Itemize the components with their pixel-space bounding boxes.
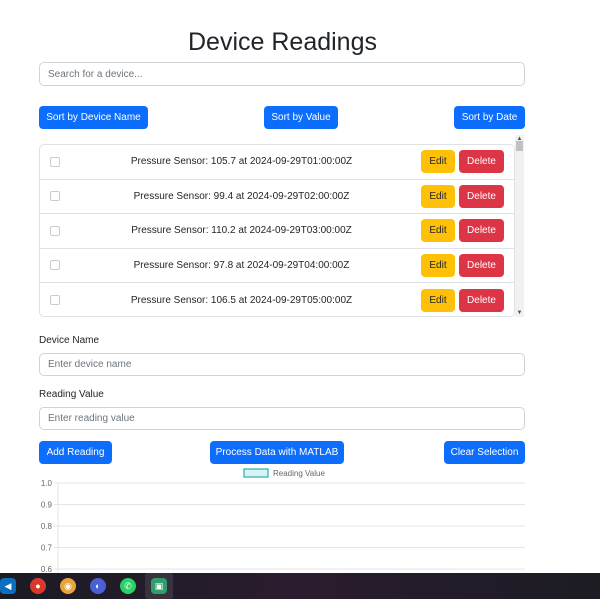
sort-by-name-button[interactable]: Sort by Device Name	[39, 106, 148, 129]
edit-button[interactable]: Edit	[421, 184, 455, 208]
reading-text: Pressure Sensor: 97.8 at 2024-09-29T04:0…	[133, 259, 350, 271]
app-icon-3[interactable]: ▣	[151, 578, 167, 594]
process-matlab-button[interactable]: Process Data with MATLAB	[210, 441, 344, 464]
reading-text: Pressure Sensor: 106.5 at 2024-09-29T05:…	[130, 294, 353, 306]
device-name-label: Device Name	[39, 335, 100, 346]
list-item: Pressure Sensor: 106.5 at 2024-09-29T05:…	[40, 283, 514, 316]
list-item: Pressure Sensor: 105.7 at 2024-09-29T01:…	[40, 145, 514, 180]
legend-label: Reading Value	[273, 469, 325, 478]
sort-by-value-button[interactable]: Sort by Value	[264, 106, 338, 129]
y-tick-label: 0.7	[41, 544, 53, 553]
delete-button[interactable]: Delete	[459, 253, 504, 277]
delete-button[interactable]: Delete	[459, 288, 504, 312]
whatsapp-icon[interactable]: ✆	[120, 578, 136, 594]
delete-button[interactable]: Delete	[459, 184, 504, 208]
list-scrollbar[interactable]: ▲ ▼	[515, 135, 524, 317]
app-icon-2[interactable]: ◐	[90, 578, 106, 594]
vscode-icon[interactable]: ◀	[0, 578, 16, 594]
edit-button[interactable]: Edit	[421, 288, 455, 312]
sort-by-date-button[interactable]: Sort by Date	[454, 106, 525, 129]
readings-list: Pressure Sensor: 105.7 at 2024-09-29T01:…	[39, 144, 515, 317]
app-icon-1[interactable]: ●	[30, 578, 46, 594]
y-tick-label: 0.8	[41, 522, 53, 531]
chrome-icon[interactable]: ◉	[60, 578, 76, 594]
delete-button[interactable]: Delete	[459, 219, 504, 243]
scroll-thumb[interactable]	[516, 141, 523, 151]
reading-chart: Reading Value 1.0 0.9 0.8 0.7 0.6	[41, 468, 525, 573]
search-input[interactable]: Search for a device...	[39, 62, 525, 86]
reading-text: Pressure Sensor: 99.4 at 2024-09-29T02:0…	[133, 190, 350, 202]
chart-legend[interactable]: Reading Value	[243, 468, 325, 478]
y-tick-label: 1.0	[41, 479, 53, 488]
reading-value-input[interactable]: Enter reading value	[39, 407, 525, 430]
reading-text: Pressure Sensor: 105.7 at 2024-09-29T01:…	[130, 156, 353, 168]
add-reading-button[interactable]: Add Reading	[39, 441, 112, 464]
edit-button[interactable]: Edit	[421, 253, 455, 277]
edit-button[interactable]: Edit	[421, 219, 455, 243]
y-tick-label: 0.6	[41, 565, 53, 573]
delete-button[interactable]: Delete	[459, 150, 504, 174]
reading-text: Pressure Sensor: 110.2 at 2024-09-29T03:…	[131, 225, 352, 237]
legend-swatch	[243, 468, 269, 478]
scroll-down-arrow-icon[interactable]: ▼	[515, 309, 524, 317]
clear-selection-button[interactable]: Clear Selection	[444, 441, 525, 464]
page-title: Device Readings	[188, 28, 377, 56]
chart-y-ticks: 1.0 0.9 0.8 0.7 0.6	[41, 479, 53, 573]
taskbar: ◀ ● ◉ ◐ ✆ ▣	[0, 573, 600, 599]
reading-value-label: Reading Value	[39, 389, 104, 400]
edit-button[interactable]: Edit	[421, 150, 455, 174]
device-name-input[interactable]: Enter device name	[39, 353, 525, 376]
chart-grid	[54, 482, 525, 573]
list-item: Pressure Sensor: 99.4 at 2024-09-29T02:0…	[40, 180, 514, 214]
list-item: Pressure Sensor: 110.2 at 2024-09-29T03:…	[40, 214, 514, 249]
list-item: Pressure Sensor: 97.8 at 2024-09-29T04:0…	[40, 249, 514, 283]
y-tick-label: 0.9	[41, 501, 53, 510]
